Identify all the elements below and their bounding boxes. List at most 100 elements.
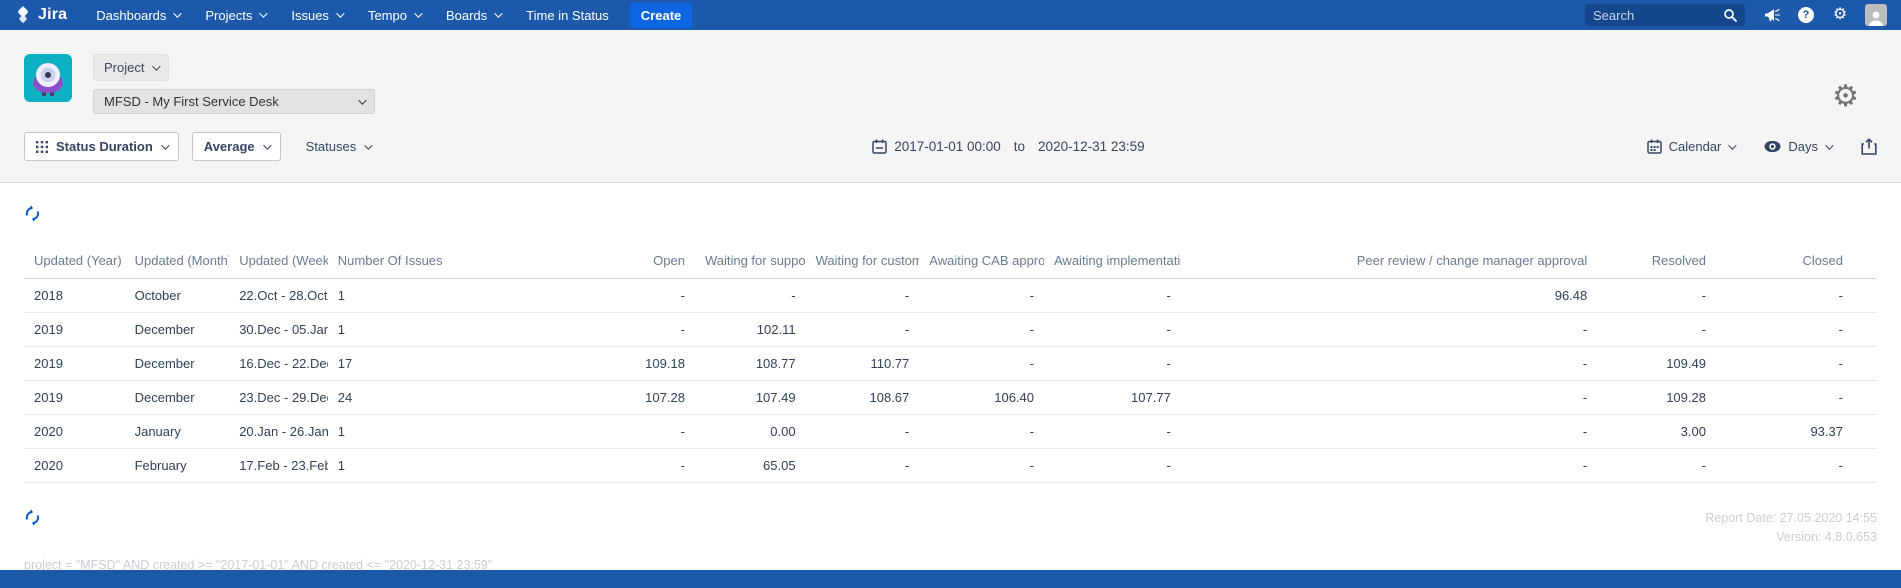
column-header: Waiting for customer [805, 243, 920, 279]
nav-item-boards[interactable]: Boards [433, 0, 513, 30]
bottom-bar [0, 570, 1901, 588]
statuses-label: Statuses [305, 139, 357, 154]
project-select[interactable]: MFSD - My First Service Desk [93, 89, 375, 114]
report-type-dropdown[interactable]: Status Duration [24, 132, 179, 161]
table-cell: - [1044, 346, 1181, 381]
chevron-down-icon [173, 9, 183, 18]
table-cell: - [919, 448, 1044, 483]
date-separator: to [1013, 139, 1026, 154]
table-cell: - [1180, 312, 1598, 347]
metric-dropdown[interactable]: Average [191, 132, 281, 161]
project-select-value: MFSD - My First Service Desk [104, 94, 279, 109]
nav-item-time-in-status[interactable]: Time in Status [513, 0, 622, 30]
table-cell: - [1180, 380, 1598, 415]
table-cell: 1 [327, 448, 449, 483]
column-header: Closed [1715, 243, 1877, 279]
table-cell: 1 [327, 414, 449, 449]
megaphone-icon[interactable] [1763, 6, 1781, 24]
column-header: Awaiting CAB approval [919, 243, 1044, 279]
refresh-icon[interactable] [24, 205, 41, 222]
table-cell: - [1715, 448, 1877, 483]
table-row: 2019 December 30.Dec - 05.Jan 1-102.11- - - - -… [24, 312, 1877, 347]
table-cell: 30.Dec - 05.Jan [229, 312, 328, 347]
nav-menu: Dashboards Projects Issues Tempo Boards Time … [83, 0, 622, 30]
table-cell: - [1044, 312, 1181, 347]
table-cell: - [694, 278, 806, 313]
table-cell: 17.Feb - 23.Feb [229, 448, 328, 483]
table-row: 2019 December 16.Dec - 22.Dec 17 109.18 108.7… [24, 346, 1877, 381]
export-icon[interactable] [1861, 138, 1877, 155]
search-input[interactable] [1593, 7, 1723, 23]
column-header: Peer review / change manager approval [1180, 243, 1598, 279]
table-cell: - [805, 414, 920, 449]
chevron-down-icon [358, 95, 367, 105]
project-header: Project MFSD - My First Service Desk [24, 54, 1877, 114]
chevron-down-icon [494, 9, 503, 18]
table-cell: - [1180, 414, 1598, 449]
calendar-mode-dropdown[interactable]: Calendar [1646, 139, 1738, 154]
table-cell: October [124, 278, 230, 313]
table-cell: 2018 [24, 278, 125, 313]
table-cell: - [1715, 278, 1877, 313]
refresh-icon[interactable] [24, 509, 41, 526]
table-cell: 107.28 [448, 380, 695, 415]
scope-dropdown[interactable]: Project [93, 54, 170, 81]
nav-item-label: Issues [291, 7, 329, 23]
toolbar-right: Calendar Days [1646, 138, 1877, 155]
calendar-mode-label: Calendar [1668, 139, 1722, 154]
table-cell: - [448, 312, 695, 347]
toolbar-center: 2017-01-01 00:00 to 2020-12-31 23:59 [370, 139, 1646, 154]
settings-gear-icon[interactable]: ⚙ [1832, 82, 1859, 112]
table-cell: 102.11 [694, 312, 806, 347]
table-header-row: Updated (Year) Updated (Month) Updated (We… [24, 243, 1877, 279]
report-meta: Report Date: 27.05.2020 14:55 Version: 4… [1705, 509, 1877, 548]
table-cell: 108.77 [694, 346, 806, 381]
date-range-picker[interactable]: 2017-01-01 00:00 to 2020-12-31 23:59 [872, 139, 1145, 154]
nav-item-issues[interactable]: Issues [278, 0, 355, 30]
column-header: Updated (Year) [24, 243, 125, 279]
toolbar-left: Status Duration Average Statuses [24, 132, 373, 161]
table-cell: December [124, 346, 230, 381]
table-cell: - [805, 448, 920, 483]
user-avatar[interactable] [1865, 4, 1887, 26]
table-cell: 1 [327, 278, 449, 313]
jira-brand[interactable]: Jira [14, 6, 67, 24]
table-cell: 17 [327, 346, 449, 381]
table-cell: 2020 [24, 414, 125, 449]
help-icon[interactable]: ? [1797, 6, 1815, 24]
nav-item-label: Tempo [367, 7, 407, 23]
search-box[interactable] [1585, 4, 1745, 26]
create-button[interactable]: Create [629, 2, 693, 28]
column-header: Waiting for support [694, 243, 806, 279]
search-icon[interactable] [1723, 8, 1737, 22]
table-cell: 109.18 [448, 346, 695, 381]
table-cell: December [124, 312, 230, 347]
column-header: Updated (Month) [124, 243, 230, 279]
statuses-dropdown[interactable]: Statuses [305, 139, 373, 154]
table-cell: - [1044, 448, 1181, 483]
chevron-down-icon [152, 61, 162, 71]
project-avatar [24, 54, 72, 102]
table-row: 2019 December 23.Dec - 29.Dec 24 107.28 107.4… [24, 380, 1877, 415]
gear-icon[interactable]: ⚙ [1831, 6, 1849, 24]
nav-item-label: Boards [445, 7, 488, 23]
chevron-down-icon [1825, 140, 1834, 150]
table-cell: - [919, 312, 1044, 347]
table-cell: 93.37 [1715, 414, 1877, 449]
chevron-down-icon [414, 9, 423, 18]
nav-item-dashboards[interactable]: Dashboards [83, 0, 192, 30]
table-cell: 2019 [24, 346, 125, 381]
nav-item-tempo[interactable]: Tempo [355, 0, 433, 30]
table-cell: 107.77 [1044, 380, 1181, 415]
chevron-down-icon [336, 9, 345, 18]
table-cell: 23.Dec - 29.Dec [229, 380, 328, 415]
nav-item-projects[interactable]: Projects [192, 0, 278, 30]
table-cell: - [448, 414, 695, 449]
table-cell: - [805, 278, 920, 313]
report-content: Updated (Year) Updated (Month) Updated (We… [0, 183, 1901, 572]
table-cell: February [124, 448, 230, 483]
units-dropdown[interactable]: Days [1764, 139, 1834, 154]
table-cell: - [448, 278, 695, 313]
table-cell: 109.28 [1597, 380, 1716, 415]
jira-logo-icon [14, 6, 32, 24]
